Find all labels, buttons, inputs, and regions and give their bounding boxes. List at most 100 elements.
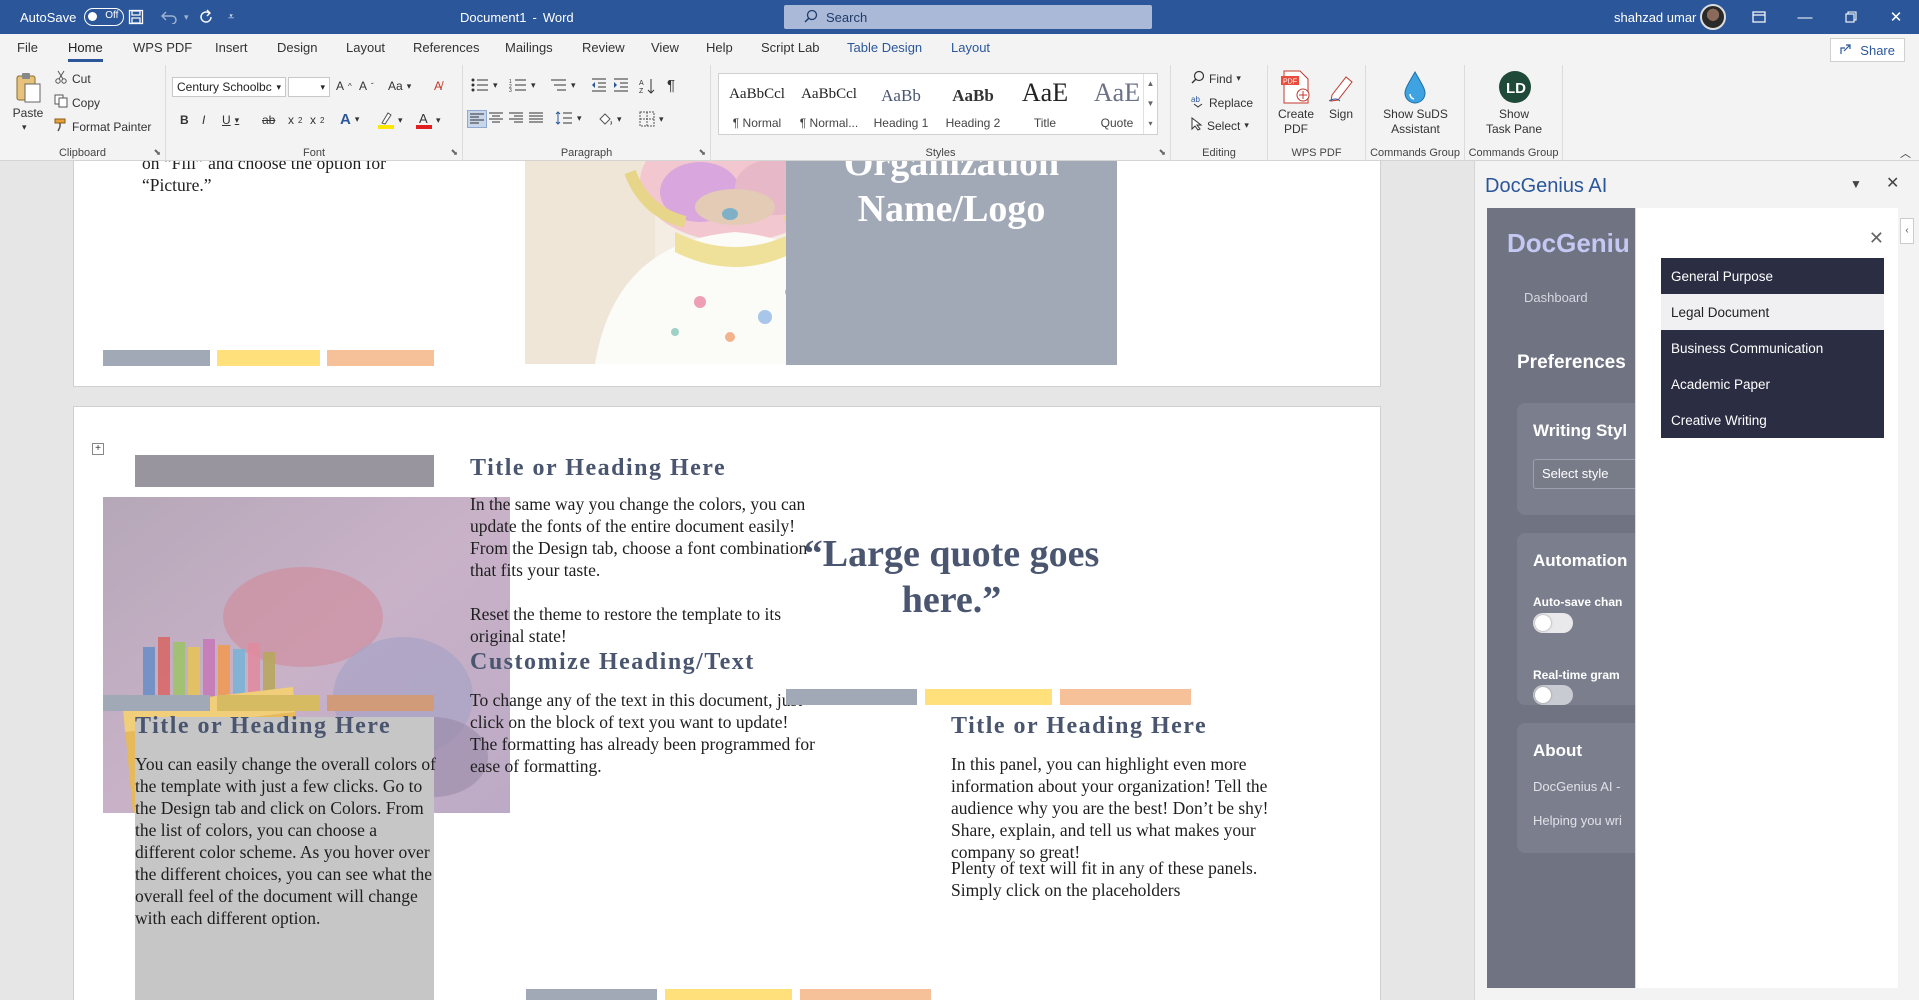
align-left-icon[interactable] — [467, 110, 487, 128]
tab-file[interactable]: File — [17, 40, 38, 55]
sort-icon[interactable]: AZ — [639, 78, 655, 94]
restore-icon[interactable] — [1828, 0, 1874, 34]
select-button[interactable]: Select ▾ — [1191, 116, 1249, 134]
paste-dropdown-icon[interactable]: ▾ — [22, 120, 27, 135]
option-creative-writing[interactable]: Creative Writing — [1661, 402, 1884, 438]
scroll-up-icon[interactable]: ▲ — [1144, 74, 1157, 94]
underline-icon[interactable]: U ▾ — [222, 113, 239, 127]
tab-mailings[interactable]: Mailings — [505, 40, 553, 55]
borders-icon[interactable]: ▾ — [639, 111, 664, 127]
column1-heading[interactable]: Title or Heading Here — [135, 713, 455, 740]
increase-indent-icon[interactable] — [613, 78, 629, 92]
subscript-icon[interactable]: x2 — [288, 113, 302, 127]
realtime-grammar-switch[interactable] — [1533, 685, 1573, 705]
column1-paragraph[interactable]: You can easily change the overall colors… — [135, 753, 440, 929]
column3-heading[interactable]: Title or Heading Here — [951, 713, 1291, 740]
clear-formatting-icon[interactable]: A̸ — [434, 79, 442, 93]
numbering-icon[interactable]: 1 2 3 ▾ — [509, 78, 536, 92]
avatar[interactable] — [1700, 0, 1726, 34]
clipboard-launcher-icon[interactable]: ⬊ — [153, 147, 161, 158]
paste-icon[interactable] — [12, 71, 44, 105]
font-family-select[interactable]: Century Schoolbc ▾ — [172, 77, 286, 97]
font-launcher-icon[interactable]: ⬊ — [450, 147, 458, 158]
cut-button[interactable]: Cut — [54, 70, 91, 87]
bold-icon[interactable]: B — [180, 113, 189, 127]
save-icon[interactable] — [128, 0, 144, 34]
column2-paragraph-1[interactable]: In the same way you change the colors, y… — [470, 493, 815, 581]
tab-view[interactable]: View — [651, 40, 679, 55]
column2-paragraph-3[interactable]: To change any of the text in this docume… — [470, 689, 815, 777]
show-suds-button[interactable]: Show SuDS Assistant — [1366, 107, 1465, 137]
water-drop-icon[interactable] — [1398, 69, 1432, 105]
share-button[interactable]: Share — [1830, 38, 1905, 62]
align-right-icon[interactable] — [509, 112, 523, 124]
customize-qat-icon[interactable]: ⩡ — [228, 0, 234, 34]
column3-paragraph-2[interactable]: Plenty of text will fit in any of these … — [951, 857, 1306, 901]
styles-scroll[interactable]: ▲ ▼ ▾ — [1143, 74, 1157, 134]
tab-wps-pdf[interactable]: WPS PDF — [133, 40, 192, 55]
tab-script-lab[interactable]: Script Lab — [761, 40, 820, 55]
align-center-icon[interactable] — [489, 112, 503, 124]
user-name[interactable]: shahzad umar — [1614, 0, 1696, 34]
create-pdf-icon[interactable]: PDF — [1278, 69, 1314, 105]
grow-font-icon[interactable]: A ^ — [336, 79, 352, 93]
style-normal[interactable]: AaBbCcl ¶ Normal — [721, 74, 793, 134]
strikethrough-icon[interactable]: ab — [262, 113, 275, 127]
create-pdf-button[interactable]: Create PDF — [1272, 107, 1320, 137]
tab-help[interactable]: Help — [706, 40, 733, 55]
style-heading-2[interactable]: AaBb Heading 2 — [937, 74, 1009, 134]
scroll-down-icon[interactable]: ▼ — [1144, 94, 1157, 114]
autosave-control[interactable]: AutoSave Off — [20, 0, 125, 34]
copy-button[interactable]: Copy — [54, 94, 100, 111]
text-effects-icon[interactable]: A ▾ — [340, 111, 359, 128]
option-academic-paper[interactable]: Academic Paper — [1661, 366, 1884, 402]
collapse-panel-icon[interactable]: ‹ — [1900, 218, 1914, 244]
autosave-switch[interactable] — [1533, 613, 1573, 633]
organization-logo-placeholder[interactable]: Organization Name/Logo — [786, 161, 1117, 365]
highlight-color-icon[interactable]: ▾ — [378, 111, 403, 129]
paste-button[interactable]: Paste — [8, 106, 48, 121]
redo-icon[interactable] — [198, 0, 214, 34]
format-painter-button[interactable]: Format Painter — [54, 118, 151, 135]
more-styles-icon[interactable]: ▾ — [1144, 114, 1157, 134]
undo-dropdown-icon[interactable]: ▾ — [184, 0, 189, 34]
justify-icon[interactable] — [529, 112, 543, 124]
paragraph-launcher-icon[interactable]: ⬊ — [698, 147, 706, 158]
line-spacing-icon[interactable]: ▾ — [555, 111, 582, 125]
tab-table-layout[interactable]: Layout — [951, 40, 990, 55]
table-move-handle-icon[interactable]: + — [92, 443, 104, 455]
shrink-font-icon[interactable]: Aˇ — [359, 79, 374, 93]
minimize-icon[interactable]: — — [1782, 0, 1828, 34]
find-button[interactable]: Find ▾ — [1191, 70, 1241, 87]
show-formatting-marks-icon[interactable]: ¶ — [667, 77, 675, 94]
tab-home[interactable]: Home — [68, 40, 103, 62]
tab-references[interactable]: References — [413, 40, 479, 55]
option-business-communication[interactable]: Business Communication — [1661, 330, 1884, 366]
style-title[interactable]: AaE Title — [1009, 74, 1081, 134]
document-area[interactable]: on “Fill” and choose the option for “Pic… — [0, 161, 1474, 1000]
tab-layout[interactable]: Layout — [346, 40, 385, 55]
close-dropdown-icon[interactable]: ✕ — [1869, 228, 1884, 249]
shading-icon[interactable]: ▾ — [597, 111, 622, 127]
docgenius-logo-icon[interactable]: LD — [1497, 69, 1533, 105]
column3-paragraph-1[interactable]: In this panel, you can highlight even mo… — [951, 753, 1306, 863]
show-task-pane-button[interactable]: Show Task Pane — [1465, 107, 1563, 137]
column2-heading-2[interactable]: Customize Heading/Text — [470, 649, 810, 676]
close-pane-icon[interactable]: ✕ — [1886, 173, 1899, 193]
undo-icon[interactable] — [160, 0, 178, 34]
option-general-purpose[interactable]: General Purpose — [1661, 258, 1884, 294]
large-quote[interactable]: “Large quote goes here.” — [786, 531, 1117, 623]
page-1[interactable]: on “Fill” and choose the option for “Pic… — [73, 161, 1381, 387]
sign-button[interactable]: Sign — [1324, 107, 1358, 122]
ribbon-display-options-icon[interactable] — [1736, 0, 1782, 34]
italic-icon[interactable]: I — [202, 113, 205, 127]
multilevel-list-icon[interactable]: ▾ — [549, 78, 576, 92]
tab-design[interactable]: Design — [277, 40, 317, 55]
tab-review[interactable]: Review — [582, 40, 625, 55]
sign-icon[interactable] — [1324, 71, 1358, 105]
style-heading-1[interactable]: AaBb Heading 1 — [865, 74, 937, 134]
close-window-icon[interactable]: ✕ — [1873, 0, 1919, 34]
font-size-select[interactable]: ▾ — [288, 77, 330, 97]
change-case-button[interactable]: Aa ▾ — [388, 79, 411, 93]
collapse-ribbon-icon[interactable]: ︿ — [1900, 145, 1911, 161]
